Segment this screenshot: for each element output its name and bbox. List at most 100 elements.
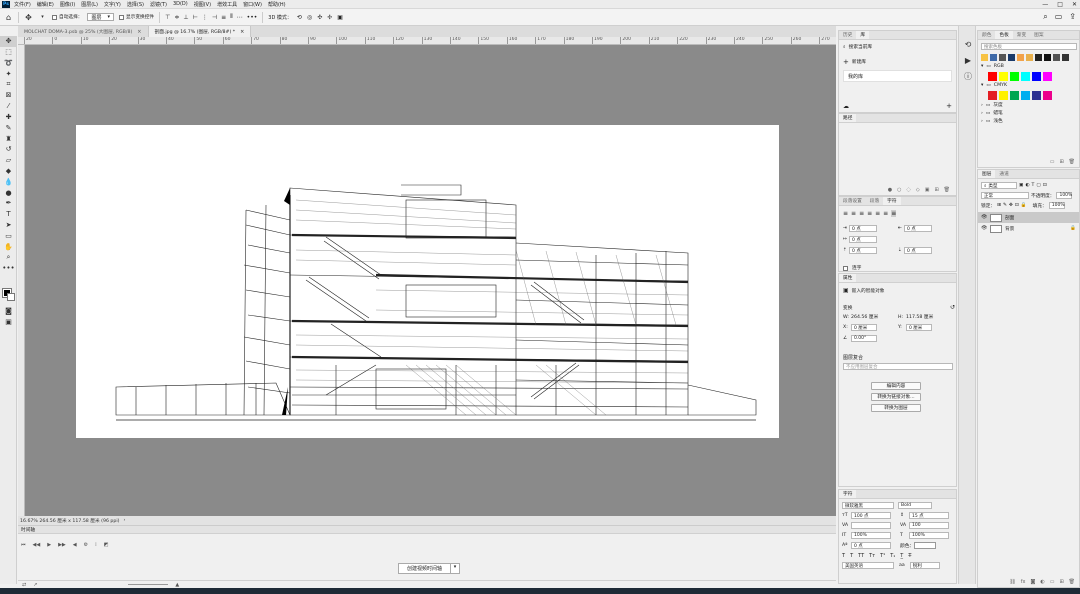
indent-left-field[interactable]: 0 点 [848, 225, 877, 232]
dodge-tool-icon[interactable]: ● [0, 187, 17, 198]
tab-paths[interactable]: 路径 [839, 114, 857, 122]
color-swatch[interactable] [1017, 54, 1024, 61]
menu-item[interactable]: 视图(V) [194, 1, 211, 8]
width-value[interactable]: 264.56 厘米 [851, 314, 878, 320]
filter-adjust-icon[interactable]: ◐ [1025, 183, 1029, 188]
close-icon[interactable]: × [137, 29, 141, 35]
space-after-field[interactable]: 0 点 [903, 247, 932, 254]
make-path-icon[interactable]: ◇ [916, 187, 920, 193]
panel-tab[interactable]: 色板 [995, 31, 1013, 39]
link-icon[interactable]: ⛓ [1009, 579, 1015, 585]
fill-path-icon[interactable]: ● [888, 187, 892, 193]
panel-tab[interactable]: 库 [856, 31, 870, 39]
brush-tool-icon[interactable]: ✎ [0, 122, 17, 133]
blur-tool-icon[interactable]: 💧 [0, 176, 17, 187]
pen-tool-icon[interactable]: ✒ [0, 198, 17, 209]
menu-item[interactable]: 窗口(W) [243, 1, 262, 8]
menu-item[interactable]: 选择(S) [127, 1, 144, 8]
document-image[interactable] [76, 125, 779, 438]
convert-layer-button[interactable]: 转换为图层 [871, 404, 921, 412]
chevron-down-icon[interactable]: ▾ [38, 13, 47, 22]
color-swatch[interactable] [1026, 54, 1033, 61]
menu-item[interactable]: 图像(I) [60, 1, 75, 8]
settings-icon[interactable]: ⚙ [84, 542, 88, 548]
align-left-icon[interactable]: ≡ [843, 210, 848, 217]
swatch-group[interactable]: › ▭ 浅色 [981, 118, 1079, 125]
screen-mode-icon[interactable]: ▣ [0, 316, 17, 327]
move-tool-icon[interactable]: ✥ [0, 36, 17, 47]
clone-stamp-icon[interactable]: ♜ [0, 133, 17, 144]
all-caps-icon[interactable]: TT [858, 553, 864, 559]
faux-bold-icon[interactable]: T [842, 553, 845, 559]
swatch-group[interactable]: › ▭ 灰度 [981, 102, 1079, 109]
fill-field[interactable]: 100% [1048, 202, 1065, 209]
move-tool-icon[interactable]: ✥ [24, 13, 33, 22]
new-swatch-icon[interactable]: ⊞ [1059, 159, 1063, 165]
chevron-down-icon[interactable]: ▾ [451, 563, 461, 574]
panel-tab[interactable]: 图案 [1030, 31, 1047, 39]
history-icon[interactable]: ⟲ [959, 36, 977, 52]
adjustment-icon[interactable]: ◐ [1040, 579, 1044, 585]
align-center-icon[interactable]: ⋮ [202, 14, 208, 21]
justify-center-icon[interactable]: ≡ [875, 210, 880, 217]
underline-icon[interactable]: T̲ [900, 553, 903, 559]
menu-item[interactable]: 滤镜(T) [150, 1, 167, 8]
distribute-icon[interactable]: ≡ [221, 14, 226, 21]
zoom-tool-icon[interactable]: ⌕ [0, 252, 17, 263]
font-family-select[interactable]: 微软雅黑 [842, 502, 894, 509]
next-frame-icon[interactable]: ▶▶ [58, 542, 66, 548]
lasso-tool-icon[interactable]: ➰ [0, 58, 17, 69]
color-swatch[interactable] [1032, 91, 1041, 100]
close-icon[interactable]: × [240, 29, 244, 35]
kerning-field[interactable] [851, 522, 891, 529]
justify-left-icon[interactable]: ≡ [867, 210, 872, 217]
menu-item[interactable]: 编辑(E) [37, 1, 54, 8]
swatch-group[interactable]: › ▭ 蜡笔 [981, 110, 1079, 117]
delete-icon[interactable]: 🗑 [1069, 579, 1075, 585]
share-icon[interactable]: ⇪ [1069, 12, 1076, 22]
panel-tab[interactable]: 段落设置 [839, 197, 866, 205]
color-swatch[interactable] [1044, 54, 1051, 61]
split-icon[interactable]: ⁞ [95, 542, 97, 548]
blend-mode-select[interactable]: 正常 [981, 192, 1029, 199]
slide-icon[interactable]: ✢ [327, 14, 332, 21]
swatch-group[interactable]: ▾ ▭ CMYK [981, 83, 1079, 88]
lock-artboard-icon[interactable]: ⊡ [1015, 203, 1019, 208]
render-icon[interactable]: ↗ [33, 582, 37, 588]
distribute-v-icon[interactable]: ⋯ [237, 14, 243, 21]
swatch-search[interactable]: 搜索色板 [981, 43, 1077, 50]
eyedropper-icon[interactable]: ⁄ [0, 101, 17, 112]
reset-icon[interactable]: ↺ [950, 304, 955, 311]
eraser-icon[interactable]: ▱ [0, 155, 17, 166]
pan-icon[interactable]: ✣ [317, 14, 322, 21]
mask-icon[interactable]: ◙ [1030, 579, 1035, 585]
quick-mask-icon[interactable]: ◙ [0, 306, 17, 317]
new-path-icon[interactable]: ⊞ [934, 187, 938, 193]
lock-icon[interactable]: 🔒 [1070, 226, 1076, 231]
distribute-h-icon[interactable]: ⫴ [230, 13, 233, 21]
color-swatch[interactable] [988, 72, 997, 81]
panel-tab[interactable]: 图层 [978, 170, 996, 178]
filter-type-icon[interactable]: T [1032, 183, 1035, 188]
type-tool-icon[interactable]: T [0, 209, 17, 220]
chevron-right-icon[interactable]: › [124, 518, 126, 523]
hand-tool-icon[interactable]: ✋ [0, 241, 17, 252]
height-value[interactable]: 117.58 厘米 [906, 314, 933, 320]
close-icon[interactable]: ✕ [1072, 1, 1077, 8]
color-swatch[interactable] [1043, 72, 1052, 81]
lock-pixels-icon[interactable]: ⊞ [997, 203, 1001, 208]
library-search[interactable]: ⌕ 搜索当前库 [843, 44, 956, 50]
lock-paint-icon[interactable]: ✎ [1003, 203, 1007, 208]
new-library-button[interactable]: + 新建库 [843, 58, 956, 66]
zoom-in-icon[interactable]: ▲ [175, 582, 179, 588]
color-swatch[interactable] [999, 54, 1006, 61]
roll-icon[interactable]: ◎ [307, 14, 312, 21]
align-center-icon[interactable]: ≡ [851, 210, 856, 217]
folder-icon[interactable]: ▭ [1050, 159, 1055, 165]
magic-wand-icon[interactable]: ✦ [0, 68, 17, 79]
swatch-group[interactable]: ▾ ▭ RGB [981, 64, 1079, 69]
language-select[interactable]: 美国英语 [842, 562, 894, 569]
align-middle-icon[interactable]: ≑ [174, 14, 179, 21]
font-style-select[interactable]: Bold [898, 502, 932, 509]
color-swatches[interactable] [2, 288, 15, 301]
